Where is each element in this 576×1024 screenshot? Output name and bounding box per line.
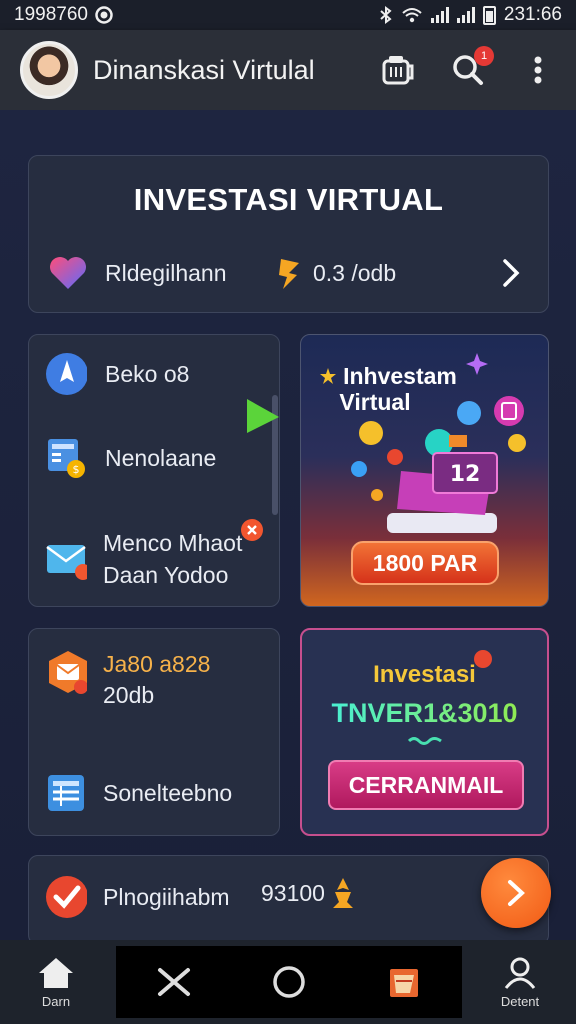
invest-dot-icon (474, 650, 492, 668)
stats-value-line1: Ja80 a828 (103, 651, 211, 677)
hero-title: INVESTASI VIRTUAL (133, 182, 444, 217)
menu-item-3-line1: Menco Mhaot (103, 530, 243, 556)
chevron-right-icon (508, 880, 525, 906)
stats-card: Ja80 a828 20db Sonelteebno (28, 628, 280, 836)
wifi-icon (402, 8, 422, 23)
envelope-badge-icon (45, 651, 87, 694)
svg-text:$: $ (73, 463, 80, 476)
stats-link-item[interactable]: Sonelteebno (45, 772, 232, 814)
status-time: 231:66 (503, 4, 562, 25)
status-bar: 1998760 231:66 (0, 0, 576, 30)
trophy-icon (332, 878, 353, 908)
invest-code: TNVER1&3010 (302, 698, 547, 728)
stats-value-line2: 20db (103, 682, 155, 708)
menu-item-1[interactable]: Beko o8 (45, 353, 189, 395)
system-nav (116, 946, 462, 1018)
calculator-icon: $ (45, 437, 87, 479)
next-fab-button[interactable] (481, 858, 551, 928)
app-bar: Dinanskasi Virtulal 1 (0, 30, 576, 110)
bluetooth-icon (380, 6, 392, 24)
notification-badge: 1 (474, 46, 494, 66)
invest-card[interactable]: Investasi TNVER1&3010 CERRANMAIL (300, 628, 549, 836)
signal-icon (430, 7, 449, 23)
close-badge-icon[interactable] (241, 519, 263, 541)
chevron-right-icon[interactable] (501, 258, 521, 293)
hero-card[interactable]: INVESTASI VIRTUAL Rldegilhann 0.3 /odb (28, 155, 549, 313)
status-circle-icon (95, 6, 113, 24)
hero-left-label: Rldegilhann (105, 259, 227, 286)
avatar[interactable] (20, 41, 78, 99)
promo-tile-text: 12 (450, 462, 481, 487)
wallet-button[interactable] (380, 52, 416, 88)
hero-right-value: 0.3 /odb (313, 259, 397, 286)
menu-item-2[interactable]: $ Nenolaane (45, 437, 216, 479)
promo-button[interactable]: 1800 PAR (351, 541, 499, 585)
battery-icon (482, 5, 496, 25)
home-icon (39, 958, 73, 988)
nav-home[interactable]: Darn (30, 956, 82, 1009)
hero-right-item: 0.3 /odb (269, 252, 396, 294)
nav-home-label: Darn (41, 994, 71, 1009)
stats-value-item[interactable]: Ja80 a828 20db (45, 649, 210, 711)
summary-item: Plnogiihabm (45, 876, 230, 918)
summary-value: 93100 (261, 879, 325, 906)
menu-item-3-line2: Daan Yodoo (103, 562, 229, 588)
wallet-icon (382, 56, 414, 85)
more-vertical-icon (534, 56, 542, 84)
menu-item-1-label: Beko o8 (105, 360, 190, 387)
nav-account-label: Detent (500, 994, 540, 1009)
check-icon (45, 876, 87, 918)
document-icon (45, 772, 87, 814)
promo-card[interactable]: Inhvestam Virtual 12 1800 PAR (300, 334, 549, 607)
menu-card: Beko o8 $ Nenolaane Menco Mhaot Daan Yod… (28, 334, 280, 607)
search-button[interactable]: 1 (450, 46, 494, 88)
invest-button[interactable]: CERRANMAIL (328, 760, 524, 810)
stats-link-label: Sonelteebno (103, 779, 233, 806)
bolt-icon (269, 252, 311, 294)
rocket-icon (45, 353, 87, 395)
gift-icon[interactable] (386, 963, 422, 1001)
home-circle-icon[interactable] (271, 964, 307, 1000)
status-left-text: 1998760 (14, 4, 88, 25)
app-title: Dinanskasi Virtulal (93, 54, 315, 85)
summary-value-item: 93100 (261, 876, 357, 910)
summary-card[interactable]: Plnogiihabm 93100 (28, 855, 549, 945)
sparkle-icon (466, 353, 488, 375)
scissors-icon[interactable] (156, 964, 192, 1000)
user-icon (504, 957, 536, 989)
more-menu-button[interactable] (520, 52, 556, 88)
summary-label: Plnogiihabm (103, 883, 230, 910)
heart-icon (47, 252, 89, 294)
menu-item-3[interactable]: Menco Mhaot Daan Yodoo (45, 527, 242, 591)
nav-account[interactable]: Detent (492, 956, 548, 1009)
mail-icon (45, 539, 87, 581)
invest-title: Investasi (373, 661, 476, 688)
hero-left-item[interactable]: Rldegilhann (47, 252, 226, 294)
signal-icon-2 (456, 7, 475, 23)
menu-item-2-label: Nenolaane (105, 444, 217, 471)
invest-squiggle-icon (408, 737, 442, 745)
flag-icon (245, 397, 281, 440)
